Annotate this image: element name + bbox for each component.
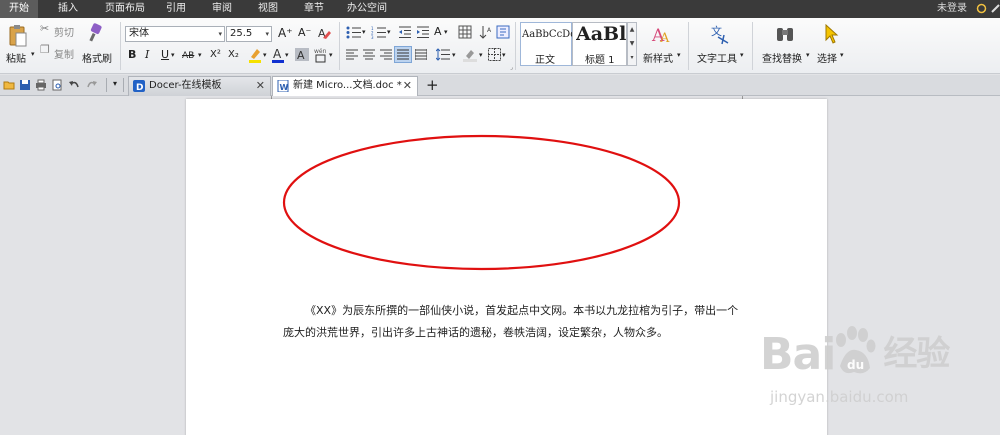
menu-review[interactable]: 审阅	[204, 0, 240, 18]
new-tab-plus-icon[interactable]: +	[426, 75, 439, 95]
svg-text:3: 3	[371, 35, 374, 39]
document-tab-bar: ▾ D Docer-在线模板 ✕ W 新建 Micro...文档.doc * ✕…	[0, 75, 1000, 96]
style-normal[interactable]: AaBbCcDd 正文	[520, 22, 577, 66]
numbered-list-icon[interactable]: 123	[371, 26, 387, 39]
strikethrough-button[interactable]: AB	[182, 50, 194, 62]
docer-icon: D	[133, 80, 145, 92]
svg-text:文: 文	[711, 24, 722, 38]
align-center-icon[interactable]	[363, 49, 375, 60]
distribute-icon[interactable]	[415, 49, 427, 60]
paragraph-shading-icon[interactable]	[462, 47, 478, 62]
login-status[interactable]: 未登录	[937, 0, 967, 18]
style-heading-1[interactable]: AaBl 标题 1	[572, 22, 627, 66]
svg-text:wén: wén	[314, 48, 327, 55]
save-icon[interactable]	[19, 79, 31, 91]
menu-references[interactable]: 引用	[158, 0, 194, 18]
font-color-icon[interactable]: A	[271, 47, 285, 63]
paste-icon[interactable]	[8, 24, 28, 48]
copy-button[interactable]: 复制	[54, 46, 74, 61]
borders-icon[interactable]	[488, 48, 501, 61]
svg-text:A: A	[273, 47, 282, 61]
italic-button[interactable]: I	[145, 49, 149, 61]
ribbon-toolbar: 粘贴 ▾ ✂ 剪切 ❐ 复制 格式刷 宋体 ▾ 25.5 ▾ A⁺ A⁻ A B I…	[0, 18, 1000, 74]
new-style-icon[interactable]: A A	[651, 23, 673, 45]
underline-button[interactable]: U	[161, 49, 169, 61]
clear-format-icon[interactable]: A	[317, 26, 331, 40]
text-tools-button[interactable]: 文字工具	[697, 50, 737, 65]
help-icon[interactable]	[990, 3, 1000, 14]
menu-bar: 开始 插入 页面布局 引用 审阅 视图 章节 办公空间 未登录	[0, 0, 1000, 18]
format-painter-icon[interactable]	[86, 23, 104, 43]
highlight-icon[interactable]	[248, 47, 264, 63]
svg-text:A: A	[659, 31, 670, 45]
paste-button[interactable]: 粘贴	[6, 50, 26, 65]
redo-icon[interactable]	[86, 79, 98, 91]
cursor-select-icon[interactable]	[823, 24, 839, 44]
bold-button[interactable]: B	[128, 49, 136, 61]
bullet-list-icon[interactable]	[346, 26, 362, 39]
text-tools-icon[interactable]: 文	[710, 23, 732, 45]
print-icon[interactable]	[35, 79, 47, 91]
new-style-button[interactable]: 新样式	[643, 50, 673, 65]
char-shading-icon[interactable]: A	[295, 47, 309, 62]
menu-view[interactable]: 视图	[250, 0, 286, 18]
copy-icon[interactable]: ❐	[40, 44, 50, 56]
menu-chapter[interactable]: 章节	[296, 0, 332, 18]
text-direction-icon[interactable]: A	[434, 26, 442, 38]
quick-access-menu[interactable]: ▾	[113, 79, 117, 88]
menu-insert[interactable]: 插入	[48, 0, 88, 18]
watermark-url: jingyan.baidu.com	[770, 388, 909, 406]
svg-text:D: D	[136, 83, 143, 92]
font-size-select[interactable]: 25.5 ▾	[226, 26, 272, 42]
decrease-indent-icon[interactable]	[398, 26, 412, 39]
baidu-watermark: du Bai经验 du jingyan.baidu.com	[760, 318, 990, 418]
word-doc-icon: W	[277, 80, 289, 92]
font-name-select[interactable]: 宋体 ▾	[125, 26, 225, 42]
increase-indent-icon[interactable]	[416, 26, 430, 39]
close-tab-icon[interactable]: ✕	[256, 77, 265, 95]
open-file-icon[interactable]	[3, 79, 15, 91]
paragraph-dialog-launcher[interactable]: ⌟	[510, 64, 513, 71]
table-icon[interactable]	[458, 25, 472, 39]
menu-page-layout[interactable]: 页面布局	[98, 0, 152, 18]
sort-icon[interactable]: A	[479, 25, 493, 39]
menu-office-space[interactable]: 办公空间	[340, 0, 394, 18]
line-spacing-icon[interactable]	[436, 48, 450, 61]
svg-text:W: W	[280, 83, 289, 92]
tab-docer-templates[interactable]: D Docer-在线模板 ✕	[128, 76, 271, 96]
style-gallery-scroll[interactable]: ▲ ▼ ▾	[627, 22, 637, 66]
red-ellipse-shape[interactable]	[186, 99, 827, 435]
find-replace-button[interactable]: 查找替换	[762, 50, 802, 65]
undo-icon[interactable]	[68, 79, 80, 91]
format-painter-button[interactable]: 格式刷	[82, 50, 112, 65]
subscript-button[interactable]: X₂	[228, 49, 239, 61]
wps-writer-window: 开始 插入 页面布局 引用 审阅 视图 章节 办公空间 未登录 粘贴 ▾ ✂ 剪…	[0, 0, 1000, 435]
select-button[interactable]: 选择	[817, 50, 837, 65]
document-page[interactable]: 《XX》为辰东所撰的一部仙侠小说，首发起点中文网。本书以九龙拉棺为引子，带出一个…	[186, 99, 827, 435]
svg-text:A: A	[297, 49, 305, 62]
justify-icon	[397, 49, 409, 60]
close-tab-icon[interactable]: ✕	[403, 77, 412, 95]
align-right-icon[interactable]	[380, 49, 392, 60]
scissors-icon[interactable]: ✂	[40, 23, 49, 35]
svg-text:A: A	[487, 27, 492, 34]
tab-new-document[interactable]: W 新建 Micro...文档.doc * ✕	[272, 76, 418, 96]
binoculars-icon[interactable]	[775, 24, 795, 44]
show-marks-icon[interactable]	[496, 25, 510, 39]
shrink-font-icon[interactable]: A⁻	[298, 27, 311, 39]
superscript-button[interactable]: X²	[210, 49, 221, 61]
body-paragraph[interactable]: 《XX》为辰东所撰的一部仙侠小说，首发起点中文网。本书以九龙拉棺为引子，带出一个…	[283, 300, 743, 344]
align-left-icon[interactable]	[346, 49, 358, 60]
phonetic-guide-icon[interactable]: wén	[313, 46, 329, 63]
watermark-brand: Bai 经验	[760, 329, 950, 380]
cut-button[interactable]: 剪切	[54, 24, 74, 39]
grow-font-icon[interactable]: A⁺	[278, 27, 293, 39]
menu-home[interactable]: 开始	[0, 0, 38, 18]
print-preview-icon[interactable]	[51, 79, 63, 91]
skin-icon[interactable]	[976, 3, 987, 14]
